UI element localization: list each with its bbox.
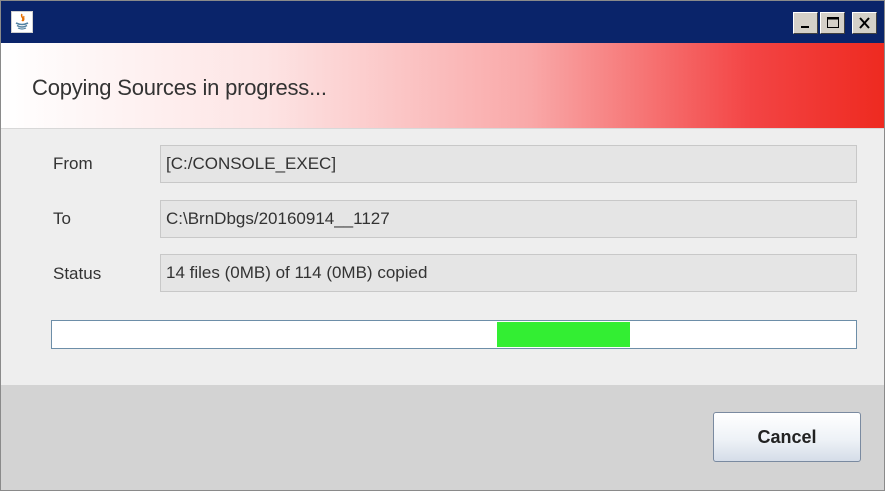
status-label: Status: [53, 264, 102, 283]
from-label: From: [53, 154, 93, 173]
title-bar[interactable]: [1, 1, 884, 43]
java-app-icon[interactable]: [11, 11, 33, 33]
header-banner: Copying Sources in progress...: [1, 43, 884, 129]
form-area: From [C:/CONSOLE_EXEC] To C:\BrnDbgs/201…: [1, 129, 884, 385]
from-field[interactable]: [C:/CONSOLE_EXEC]: [160, 145, 857, 183]
progress-indicator: [497, 322, 630, 347]
to-label: To: [53, 209, 71, 228]
progress-bar: [51, 320, 857, 349]
button-footer: Cancel: [1, 385, 884, 490]
copy-progress-dialog: Copying Sources in progress... From [C:/…: [0, 0, 885, 491]
cancel-button[interactable]: Cancel: [713, 412, 861, 462]
minimize-button[interactable]: [793, 12, 818, 34]
dialog-heading: Copying Sources in progress...: [32, 75, 327, 100]
close-button[interactable]: [852, 12, 877, 34]
maximize-icon: [827, 17, 839, 28]
close-icon: [859, 17, 870, 29]
maximize-button[interactable]: [820, 12, 845, 34]
minimize-icon: [801, 26, 809, 28]
to-field[interactable]: C:\BrnDbgs/20160914__1127: [160, 200, 857, 238]
status-field[interactable]: 14 files (0MB) of 114 (0MB) copied: [160, 254, 857, 292]
